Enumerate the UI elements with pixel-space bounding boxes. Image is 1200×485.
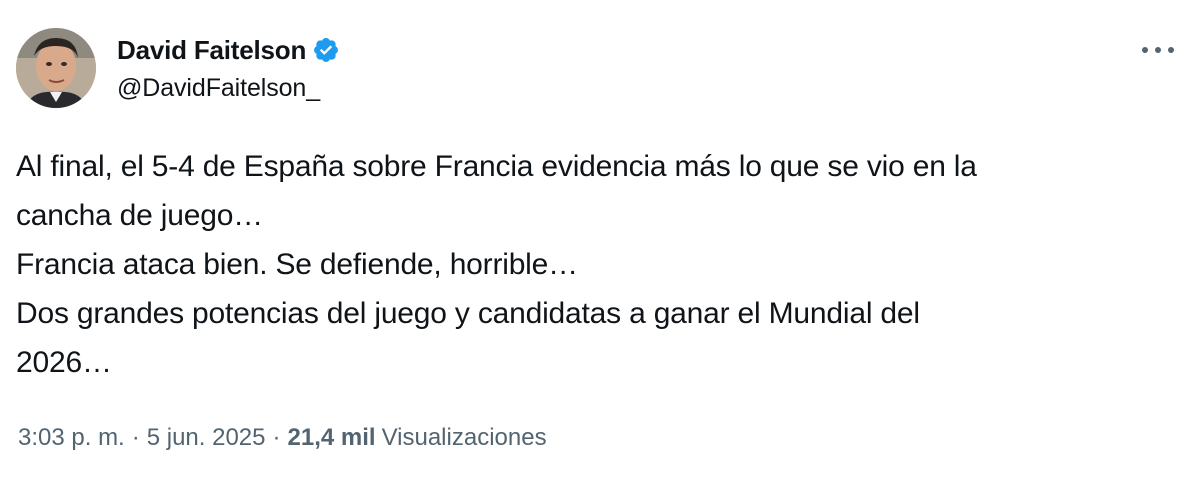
meta-separator: ·	[131, 424, 140, 451]
author-info: David Faitelson @DavidFaitelson_	[117, 32, 340, 103]
meta-separator: ·	[272, 424, 281, 451]
tweet-text-line: cancha de juego…	[16, 199, 263, 232]
views-label: Visualizaciones	[381, 424, 547, 451]
tweet-card: David Faitelson @DavidFaitelson_ Al fina…	[0, 0, 1200, 485]
tweet-text-line: 2026…	[16, 346, 112, 379]
verified-badge-icon[interactable]	[312, 36, 340, 64]
author-handle[interactable]: @DavidFaitelson_	[117, 74, 340, 103]
views-count[interactable]: 21,4 mil	[288, 424, 376, 452]
more-options-icon	[1142, 47, 1174, 53]
author-display-name[interactable]: David Faitelson	[117, 35, 306, 66]
tweet-time[interactable]: 3:03 p. m.	[18, 424, 125, 452]
tweet-text-line: Dos grandes potencias del juego y candid…	[16, 297, 920, 330]
author-name-row: David Faitelson	[117, 32, 340, 68]
tweet-text-line: Francia ataca bien. Se defiende, horribl…	[16, 248, 578, 281]
more-options-button[interactable]	[1136, 38, 1180, 62]
author-avatar[interactable]	[16, 28, 96, 108]
avatar-photo-icon	[16, 28, 96, 108]
tweet-text: Al final, el 5-4 de España sobre Francia…	[16, 142, 1186, 387]
tweet-text-line: Al final, el 5-4 de España sobre Francia…	[16, 150, 977, 183]
tweet-date[interactable]: 5 jun. 2025	[147, 424, 266, 452]
tweet-meta: 3:03 p. m. · 5 jun. 2025 · 21,4 mil Visu…	[18, 424, 547, 452]
